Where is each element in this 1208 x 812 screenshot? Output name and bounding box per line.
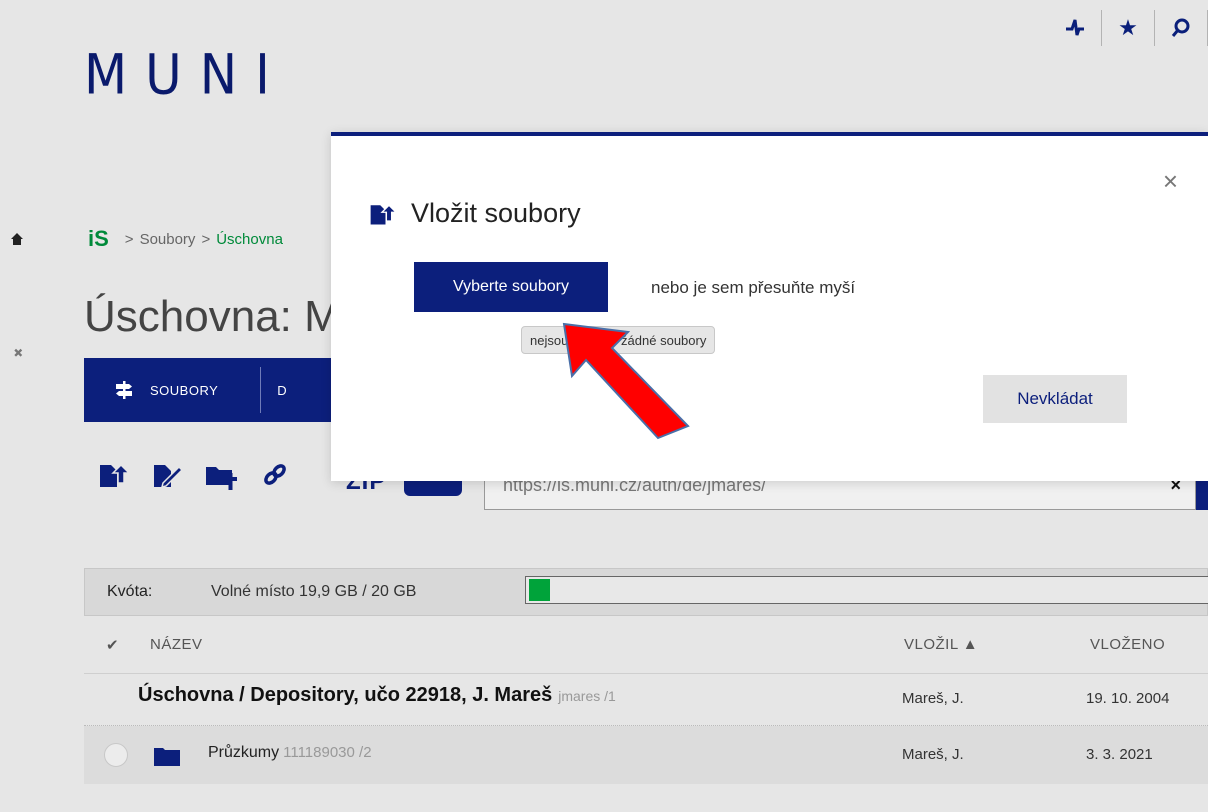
muni-logo[interactable]: MUNI xyxy=(84,43,288,107)
row-owner: jmares /1 xyxy=(558,688,616,704)
cancel-button[interactable]: Nevkládat xyxy=(983,375,1127,423)
row-name[interactable]: Průzkumy 111189030 /2 xyxy=(208,744,372,762)
upload-dialog: × Vložit soubory Vyberte soubory nebo je… xyxy=(331,132,1208,481)
upload-file-icon xyxy=(370,203,397,224)
row-title: Úschovna / Depository, učo 22918, J. Mar… xyxy=(138,684,553,706)
row-added: 19. 10. 2004 xyxy=(1086,690,1170,707)
breadcrumb-separator: > xyxy=(201,230,211,248)
row-added: 3. 3. 2021 xyxy=(1086,746,1153,763)
folder-icon xyxy=(154,748,180,766)
quota-bar: Kvóta: Volné místo 19,9 GB / 20 GB xyxy=(84,568,1208,616)
pin-icon[interactable]: ✚ xyxy=(10,344,27,361)
breadcrumb-item-uschovna[interactable]: Úschovna xyxy=(216,231,283,248)
row-added-by: Mareš, J. xyxy=(902,690,964,707)
pulse-icon[interactable] xyxy=(1049,10,1101,46)
breadcrumb-item-soubory[interactable]: Soubory xyxy=(140,231,196,248)
tab-soubory-label: SOUBORY xyxy=(150,382,219,398)
is-logo[interactable]: iS xyxy=(88,226,109,252)
edit-file-icon[interactable] xyxy=(150,458,184,492)
drag-drop-hint: nebo je sem přesuňte myší xyxy=(651,278,856,297)
file-table: ✔ NÁZEV VLOŽIL ▲ VLOŽENO Úschovna / Depo… xyxy=(84,616,1208,784)
row-select-radio[interactable] xyxy=(104,743,128,767)
quota-value: Volné místo 19,9 GB / 20 GB xyxy=(211,583,417,600)
row-owner: 111189030 /2 xyxy=(283,744,372,761)
column-header-name[interactable]: NÁZEV xyxy=(150,636,203,653)
row-name: Úschovna / Depository, učo 22918, J. Mar… xyxy=(138,684,616,707)
quota-progress-fill xyxy=(529,579,550,601)
add-folder-icon[interactable] xyxy=(204,458,238,492)
signpost-icon xyxy=(116,381,132,399)
row-title: Průzkumy xyxy=(208,744,280,761)
dialog-title-text: Vložit soubory xyxy=(411,198,581,228)
link-icon[interactable] xyxy=(258,458,292,492)
annotation-arrow xyxy=(562,322,690,440)
tab-soubory[interactable]: SOUBORY xyxy=(84,358,218,422)
select-all-checkmark-icon[interactable]: ✔ xyxy=(106,636,119,654)
close-icon[interactable]: × xyxy=(1163,166,1178,197)
search-icon[interactable] xyxy=(1155,10,1207,46)
upload-file-icon[interactable] xyxy=(96,458,130,492)
quota-label: Kvóta: xyxy=(107,583,153,600)
table-header: ✔ NÁZEV VLOŽIL ▲ VLOŽENO xyxy=(84,616,1208,674)
table-row[interactable]: Průzkumy 111189030 /2 Mareš, J. 3. 3. 202… xyxy=(84,726,1208,784)
top-toolbar: ★ xyxy=(1049,8,1208,48)
column-header-added[interactable]: VLOŽENO xyxy=(1090,636,1165,653)
tab-second[interactable]: D xyxy=(261,383,286,398)
file-toolbar xyxy=(96,458,292,492)
column-header-added-by[interactable]: VLOŽIL ▲ xyxy=(904,636,978,653)
dialog-title: Vložit soubory xyxy=(367,198,581,229)
quota-progress xyxy=(525,576,1208,604)
table-row[interactable]: Úschovna / Depository, učo 22918, J. Mar… xyxy=(84,674,1208,726)
breadcrumb-separator: > xyxy=(124,230,134,248)
breadcrumb: iS > Soubory > Úschovna xyxy=(88,226,283,252)
page-title: Úschovna: M xyxy=(84,292,341,341)
row-added-by: Mareš, J. xyxy=(902,746,964,763)
home-icon[interactable] xyxy=(10,232,24,246)
star-icon[interactable]: ★ xyxy=(1102,10,1154,46)
